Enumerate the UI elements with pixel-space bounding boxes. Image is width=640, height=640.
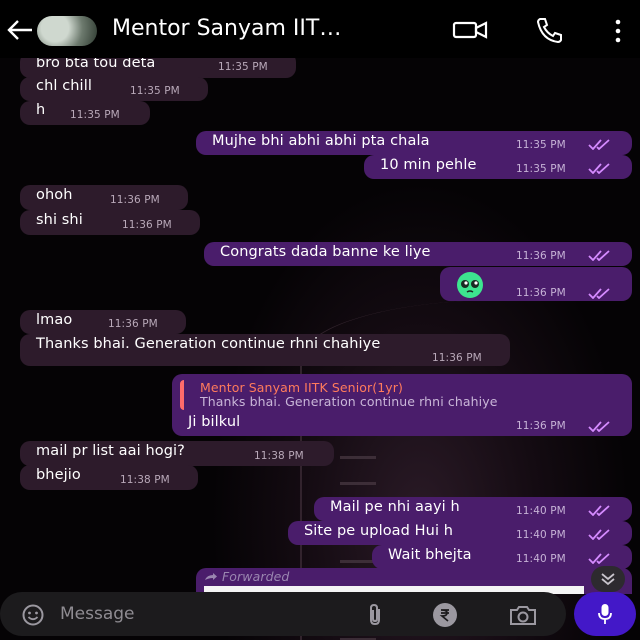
pleading-face-emoji	[457, 272, 483, 298]
message-bubble-incoming[interactable]: bhejio 11:38 PM	[20, 465, 198, 490]
message-time: 11:38 PM	[254, 450, 304, 462]
contact-name[interactable]: Mentor Sanyam IIT…	[112, 16, 412, 41]
message-list[interactable]: bro bta tou deta 11:35 PM chl chill 11:3…	[0, 0, 640, 640]
message-text: Ji bilkul	[188, 414, 241, 430]
message-text: 10 min pehle	[380, 157, 477, 173]
message-bubble-incoming[interactable]: ohoh 11:36 PM	[20, 185, 188, 210]
reply-message-bubble[interactable]: Mentor Sanyam IITK Senior(1yr) Thanks bh…	[172, 374, 632, 436]
message-text: lmao	[36, 312, 73, 328]
message-text: shi shi	[36, 212, 83, 228]
message-bubble-outgoing[interactable]: Mail pe nhi aayi h 11:40 PM	[314, 497, 632, 521]
phone-call-icon[interactable]	[534, 16, 564, 44]
message-time: 11:35 PM	[218, 61, 268, 73]
message-bubble-outgoing[interactable]: Congrats dada banne ke liye 11:36 PM	[204, 242, 632, 266]
video-call-icon[interactable]	[452, 18, 490, 42]
message-text: chl chill	[36, 78, 92, 94]
message-time: 11:36 PM	[432, 352, 482, 364]
read-ticks-icon	[588, 553, 610, 564]
message-bubble-outgoing[interactable]: 10 min pehle 11:35 PM	[364, 155, 632, 179]
quote-author: Mentor Sanyam IITK Senior(1yr)	[200, 380, 404, 395]
read-ticks-icon	[588, 139, 610, 150]
message-time: 11:36 PM	[516, 420, 566, 432]
chevrons-down-icon	[601, 573, 615, 586]
message-text: Mujhe bhi abhi abhi pta chala	[212, 133, 430, 149]
message-time: 11:36 PM	[108, 318, 158, 330]
scroll-to-bottom-button[interactable]	[591, 566, 625, 592]
message-time: 11:35 PM	[516, 163, 566, 175]
message-bubble-outgoing[interactable]: Mujhe bhi abhi abhi pta chala 11:35 PM	[196, 131, 632, 155]
message-text: Site pe upload Hui h	[304, 523, 454, 539]
message-time: 11:35 PM	[130, 85, 180, 97]
read-ticks-icon	[588, 163, 610, 174]
message-text: Mail pe nhi aayi h	[330, 499, 460, 515]
voice-message-button[interactable]	[574, 592, 636, 636]
message-bubble-outgoing[interactable]: Wait bhejta 11:40 PM	[372, 545, 632, 569]
message-composer	[0, 592, 566, 636]
quote-text: Thanks bhai. Generation continue rhni ch…	[200, 394, 498, 409]
message-time: 11:40 PM	[516, 553, 566, 565]
message-input[interactable]	[60, 600, 340, 628]
message-text: bhejio	[36, 467, 81, 483]
message-bubble-outgoing[interactable]: Site pe upload Hui h 11:40 PM	[288, 521, 632, 545]
message-time: 11:36 PM	[110, 194, 160, 206]
message-text: h	[36, 102, 46, 118]
chat-header: Mentor Sanyam IIT…	[0, 0, 640, 58]
read-ticks-icon	[588, 250, 610, 261]
forward-icon	[205, 573, 217, 580]
message-time: 11:36 PM	[516, 287, 566, 299]
read-ticks-icon	[588, 529, 610, 540]
quoted-message[interactable]: Mentor Sanyam IITK Senior(1yr) Thanks bh…	[180, 380, 624, 410]
read-ticks-icon	[588, 288, 610, 299]
message-time: 11:36 PM	[122, 219, 172, 231]
message-text: mail pr list aai hogi?	[36, 443, 185, 459]
message-text: Congrats dada banne ke liye	[220, 244, 431, 260]
microphone-icon	[598, 604, 612, 624]
message-time: 11:35 PM	[516, 139, 566, 151]
message-text: ohoh	[36, 187, 73, 203]
camera-icon[interactable]	[508, 603, 538, 627]
message-time: 11:35 PM	[70, 109, 120, 121]
message-time: 11:38 PM	[120, 474, 170, 486]
message-time: 11:36 PM	[516, 250, 566, 262]
message-time: 11:40 PM	[516, 529, 566, 541]
back-arrow-icon[interactable]	[6, 18, 34, 42]
rupee-payment-icon[interactable]	[432, 602, 458, 628]
forwarded-label: Forwarded	[222, 569, 290, 584]
contact-avatar[interactable]	[37, 16, 97, 46]
message-bubble-incoming[interactable]: mail pr list aai hogi? 11:38 PM	[20, 441, 334, 466]
message-bubble-incoming[interactable]: h 11:35 PM	[20, 101, 150, 125]
message-time: 11:40 PM	[516, 505, 566, 517]
read-ticks-icon	[588, 505, 610, 516]
message-bubble-incoming[interactable]: Thanks bhai. Generation continue rhni ch…	[20, 334, 510, 366]
emoji-icon[interactable]	[22, 604, 44, 626]
message-text: Wait bhejta	[388, 547, 472, 563]
message-bubble-incoming[interactable]: shi shi 11:36 PM	[20, 210, 200, 235]
message-bubble-incoming[interactable]: lmao 11:36 PM	[20, 310, 186, 334]
read-ticks-icon	[588, 421, 610, 432]
more-options-icon[interactable]	[612, 18, 624, 44]
paperclip-icon[interactable]	[364, 603, 386, 627]
message-bubble-outgoing[interactable]: 11:36 PM	[440, 267, 632, 301]
message-bubble-incoming[interactable]: chl chill 11:35 PM	[20, 77, 208, 101]
message-text: Thanks bhai. Generation continue rhni ch…	[36, 336, 381, 352]
forwarded-message-bubble[interactable]: Forwarded	[196, 568, 632, 594]
